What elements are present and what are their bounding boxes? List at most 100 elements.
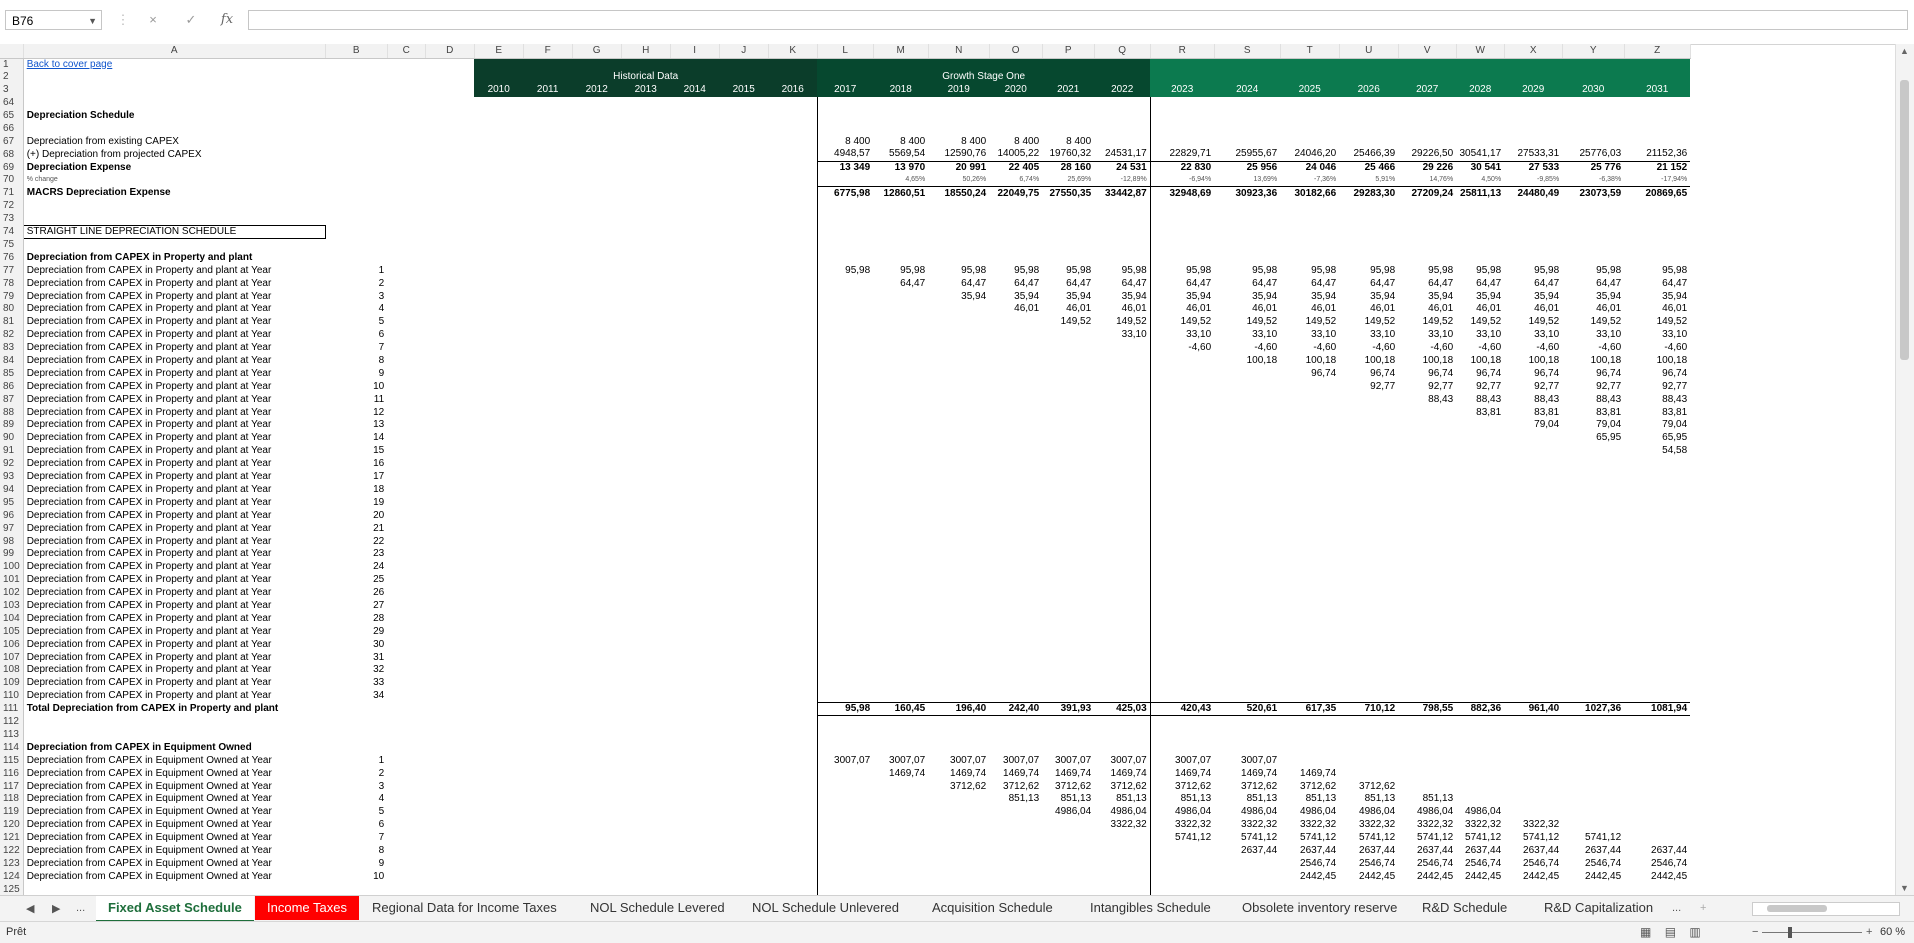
value-cell[interactable] bbox=[989, 213, 1042, 226]
value-cell[interactable] bbox=[928, 110, 989, 123]
value-cell[interactable] bbox=[928, 496, 989, 509]
hist-cell[interactable] bbox=[768, 741, 817, 754]
value-cell[interactable]: 95,98 bbox=[1456, 264, 1504, 277]
value-cell[interactable] bbox=[1042, 625, 1094, 638]
value-cell[interactable]: 24480,49 bbox=[1504, 186, 1563, 200]
value-cell[interactable] bbox=[1214, 135, 1280, 148]
label-cell[interactable]: Depreciation Expense bbox=[23, 161, 325, 174]
d-cell[interactable] bbox=[425, 200, 474, 213]
value-cell[interactable] bbox=[1094, 393, 1150, 406]
hist-cell[interactable] bbox=[523, 625, 572, 638]
value-cell[interactable] bbox=[1456, 200, 1504, 213]
label-cell[interactable]: Depreciation from CAPEX in Property and … bbox=[23, 509, 325, 522]
value-cell[interactable] bbox=[1149, 238, 1215, 252]
d-cell[interactable] bbox=[425, 110, 474, 123]
value-cell[interactable] bbox=[1280, 122, 1339, 135]
value-cell[interactable] bbox=[1094, 135, 1150, 148]
hist-cell[interactable] bbox=[523, 496, 572, 509]
value-cell[interactable] bbox=[1339, 883, 1398, 895]
value-cell[interactable] bbox=[873, 677, 928, 690]
value-cell[interactable] bbox=[1398, 587, 1456, 600]
label-cell[interactable]: Depreciation from CAPEX in Property and … bbox=[23, 251, 325, 264]
value-cell[interactable] bbox=[1214, 251, 1280, 264]
value-cell[interactable] bbox=[873, 612, 928, 625]
value-cell[interactable] bbox=[873, 832, 928, 845]
value-cell[interactable]: 95,98 bbox=[928, 264, 989, 277]
hist-cell[interactable] bbox=[621, 600, 670, 613]
value-cell[interactable]: 2442,45 bbox=[1504, 870, 1562, 883]
value-cell[interactable]: 2442,45 bbox=[1398, 870, 1456, 883]
hist-cell[interactable] bbox=[719, 857, 768, 870]
value-cell[interactable] bbox=[1562, 793, 1624, 806]
hist-cell[interactable] bbox=[523, 638, 572, 651]
value-cell[interactable] bbox=[1456, 135, 1504, 148]
value-cell[interactable] bbox=[873, 729, 928, 742]
value-cell[interactable] bbox=[1149, 638, 1215, 652]
value-cell[interactable] bbox=[1042, 716, 1094, 729]
value-cell[interactable]: 46,01 bbox=[989, 303, 1042, 316]
hist-header-cell[interactable] bbox=[572, 58, 622, 71]
value-cell[interactable] bbox=[1094, 664, 1150, 677]
year-header[interactable]: 2027 bbox=[1398, 83, 1457, 97]
value-cell[interactable] bbox=[1398, 200, 1456, 213]
hist-cell[interactable] bbox=[572, 600, 621, 613]
column-header[interactable]: W bbox=[1456, 44, 1505, 59]
value-cell[interactable] bbox=[928, 406, 989, 419]
hist-cell[interactable] bbox=[523, 793, 572, 806]
row-header[interactable]: 76 bbox=[0, 251, 24, 265]
value-cell[interactable] bbox=[1398, 574, 1456, 587]
hist-cell[interactable] bbox=[523, 226, 572, 239]
value-cell[interactable] bbox=[1398, 458, 1456, 471]
b-cell[interactable] bbox=[325, 110, 387, 123]
value-cell[interactable] bbox=[1214, 110, 1280, 123]
hist-header-cell[interactable] bbox=[670, 58, 720, 71]
value-cell[interactable] bbox=[1398, 651, 1456, 664]
hist-cell[interactable] bbox=[474, 496, 523, 509]
value-cell[interactable] bbox=[1504, 612, 1562, 625]
hist-cell[interactable] bbox=[523, 329, 572, 342]
value-cell[interactable] bbox=[1214, 716, 1280, 729]
d-cell[interactable] bbox=[425, 845, 474, 858]
hist-cell[interactable] bbox=[621, 277, 670, 290]
sheet-tab[interactable]: Fixed Asset Schedule bbox=[96, 896, 254, 922]
value-cell[interactable] bbox=[816, 792, 874, 806]
d-cell[interactable] bbox=[425, 548, 474, 561]
c-cell[interactable] bbox=[387, 793, 425, 806]
value-cell[interactable] bbox=[816, 883, 874, 895]
value-cell[interactable]: 83,81 bbox=[1624, 406, 1690, 419]
value-cell[interactable]: 24531,17 bbox=[1094, 148, 1150, 161]
value-cell[interactable] bbox=[1504, 226, 1562, 239]
year-header[interactable]: 2019 bbox=[928, 83, 990, 97]
d-cell[interactable] bbox=[425, 393, 474, 406]
hist-cell[interactable] bbox=[572, 690, 621, 703]
c-cell[interactable] bbox=[387, 458, 425, 471]
b-cell[interactable]: 1 bbox=[325, 264, 387, 277]
hist-cell[interactable] bbox=[670, 806, 719, 819]
value-cell[interactable] bbox=[1624, 780, 1690, 793]
hist-cell[interactable] bbox=[572, 419, 621, 432]
value-cell[interactable]: 96,74 bbox=[1339, 367, 1398, 380]
d-cell[interactable] bbox=[425, 587, 474, 600]
value-cell[interactable]: 21 152 bbox=[1624, 160, 1691, 175]
hist-cell[interactable] bbox=[474, 316, 523, 329]
hist-cell[interactable] bbox=[719, 806, 768, 819]
value-cell[interactable] bbox=[1339, 677, 1398, 690]
value-cell[interactable] bbox=[928, 484, 989, 497]
sheet-tab[interactable]: Acquisition Schedule bbox=[920, 896, 1065, 920]
value-cell[interactable] bbox=[1562, 135, 1624, 148]
d-cell[interactable] bbox=[425, 883, 474, 895]
value-cell[interactable] bbox=[1562, 226, 1624, 239]
b-cell[interactable]: 14 bbox=[325, 432, 387, 445]
value-cell[interactable] bbox=[1624, 574, 1690, 587]
value-cell[interactable] bbox=[816, 174, 874, 187]
growth-header-cell[interactable] bbox=[1562, 58, 1625, 71]
value-cell[interactable] bbox=[1624, 110, 1690, 123]
value-cell[interactable] bbox=[1339, 251, 1398, 264]
year-header[interactable]: 2015 bbox=[719, 83, 769, 97]
value-cell[interactable] bbox=[1094, 716, 1150, 729]
value-cell[interactable] bbox=[928, 522, 989, 535]
value-cell[interactable]: 96,74 bbox=[1456, 367, 1504, 380]
value-cell[interactable] bbox=[1094, 548, 1150, 561]
b-cell[interactable]: 19 bbox=[325, 496, 387, 509]
hist-cell[interactable] bbox=[621, 432, 670, 445]
